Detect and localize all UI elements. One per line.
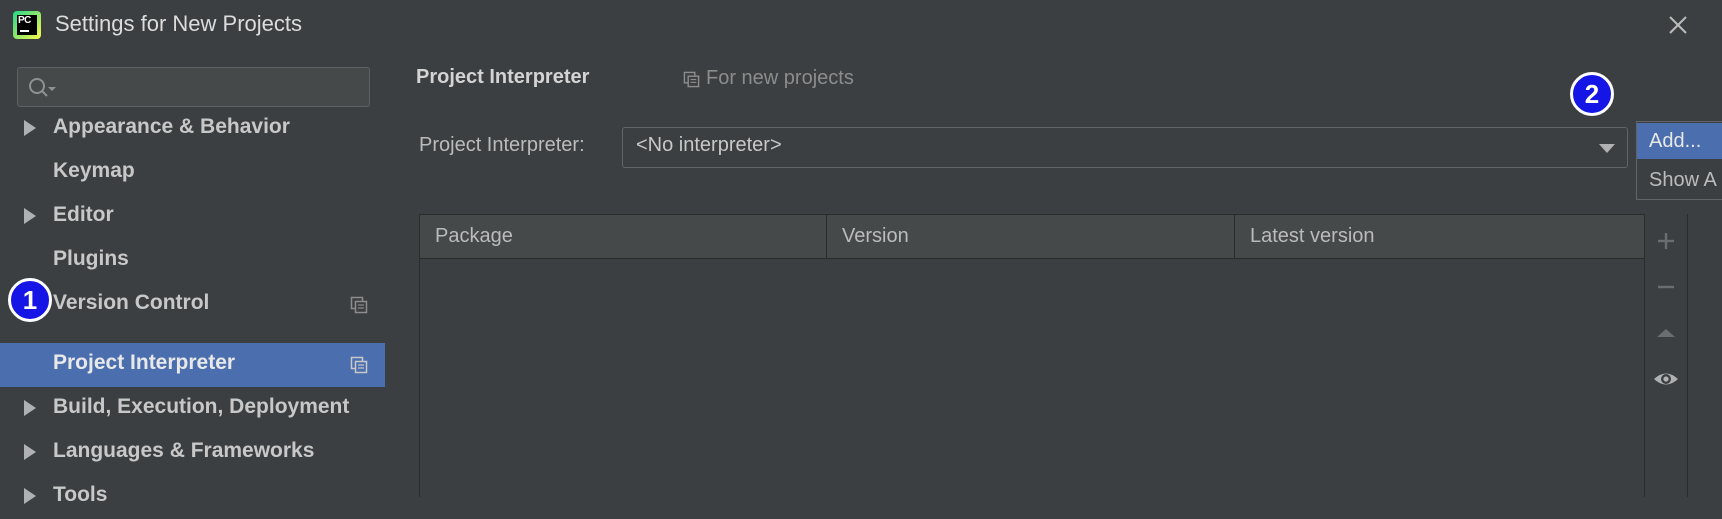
sidebar-item-label: Plugins: [53, 247, 129, 270]
sidebar-item-label: Keymap: [53, 159, 135, 182]
sidebar-item-appearance-behavior[interactable]: Appearance & Behavior: [0, 107, 385, 151]
sidebar-item-keymap[interactable]: Keymap: [0, 151, 385, 195]
sidebar-item-build-execution-deployment[interactable]: Build, Execution, Deployment: [0, 387, 385, 431]
title-bar: PC Settings for New Projects: [0, 0, 1722, 48]
chevron-down-icon[interactable]: [1599, 144, 1615, 153]
annotation-badge-1: 1: [8, 278, 52, 322]
page-title: Project Interpreter: [416, 66, 590, 88]
sidebar-item-label: Tools: [53, 483, 108, 506]
column-header-latest-version[interactable]: Latest version: [1235, 215, 1641, 258]
interpreter-settings-menu: Add... Show A: [1636, 121, 1722, 200]
annotation-badge-2: 2: [1570, 72, 1614, 116]
menu-item-show-all[interactable]: Show A: [1637, 162, 1722, 198]
up-arrow-icon: [1657, 329, 1675, 337]
sidebar-item-editor[interactable]: Editor: [0, 195, 385, 239]
sidebar-item-label: Languages & Frameworks: [53, 439, 315, 462]
settings-search-box[interactable]: [17, 67, 370, 107]
sidebar-item-plugins[interactable]: Plugins: [0, 239, 385, 283]
expand-arrow-icon[interactable]: [24, 444, 36, 460]
project-scope-icon: [350, 356, 368, 374]
sidebar-item-tools[interactable]: Tools: [0, 475, 385, 519]
settings-sidebar: Appearance & Behavior Keymap Editor Plug…: [0, 48, 385, 506]
expand-arrow-icon[interactable]: [24, 400, 36, 416]
menu-item-add[interactable]: Add...: [1637, 123, 1722, 159]
expand-arrow-icon[interactable]: [24, 488, 36, 504]
close-icon: [1669, 16, 1687, 34]
sidebar-item-label: Version Control: [53, 291, 210, 314]
sidebar-item-label: Project Interpreter: [53, 351, 236, 374]
project-scope-icon: [683, 71, 700, 88]
panel-edge: [1687, 214, 1722, 497]
interpreter-select[interactable]: <No interpreter>: [622, 127, 1628, 168]
interpreter-select-value: <No interpreter>: [636, 134, 782, 156]
sidebar-item-version-control[interactable]: Version Control: [0, 283, 385, 327]
table-header: Package Version Latest version: [420, 215, 1644, 259]
table-body: [420, 259, 1644, 498]
packages-table: Package Version Latest version: [419, 214, 1645, 498]
sidebar-item-project-interpreter[interactable]: Project Interpreter: [0, 343, 385, 387]
uninstall-package-button[interactable]: [1651, 272, 1681, 302]
column-header-package[interactable]: Package: [420, 215, 827, 258]
sidebar-item-languages-frameworks[interactable]: Languages & Frameworks: [0, 431, 385, 475]
interpreter-label: Project Interpreter:: [419, 134, 585, 156]
expand-arrow-icon[interactable]: [24, 120, 36, 136]
install-package-button[interactable]: [1651, 226, 1681, 256]
show-early-releases-button[interactable]: [1651, 364, 1681, 394]
column-header-version[interactable]: Version: [827, 215, 1235, 258]
project-scope-icon: [350, 296, 368, 314]
search-icon: [29, 78, 56, 97]
close-button[interactable]: [1665, 12, 1691, 38]
settings-search-input[interactable]: [62, 73, 361, 103]
upgrade-package-button[interactable]: [1651, 318, 1681, 348]
sidebar-item-label: Editor: [53, 203, 114, 226]
expand-arrow-icon[interactable]: [24, 208, 36, 224]
sidebar-item-label: Build, Execution, Deployment: [53, 395, 350, 418]
scope-label: For new projects: [706, 67, 854, 89]
eye-icon: [1654, 373, 1678, 385]
window-title: Settings for New Projects: [55, 11, 302, 36]
package-toolbar: [1644, 214, 1687, 497]
plus-icon: [1658, 233, 1674, 249]
pycharm-icon: PC: [13, 11, 41, 39]
minus-icon: [1658, 285, 1674, 289]
sidebar-item-label: Appearance & Behavior: [53, 115, 290, 138]
